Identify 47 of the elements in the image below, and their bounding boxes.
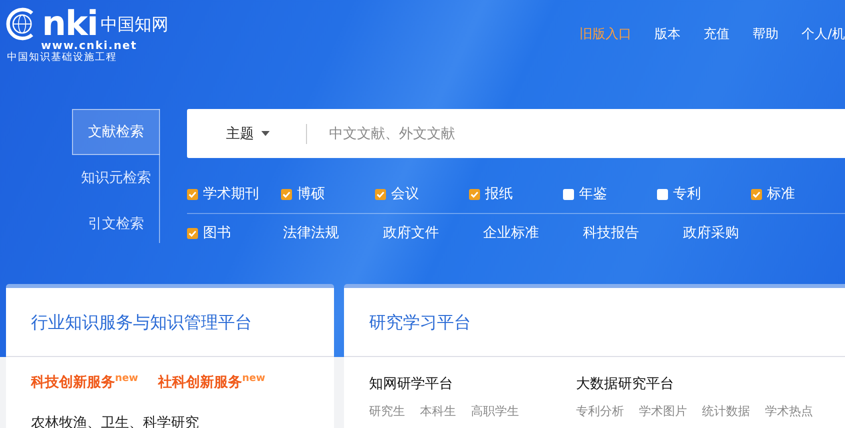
logo-name: 中国知网 [100,14,168,36]
caret-icon [261,131,270,136]
platform-sub-link[interactable]: 统计数据 [702,403,750,420]
resource-link[interactable]: 企业标准 [483,224,581,242]
platform-sub-link[interactable]: 专利分析 [576,403,624,420]
card-title: 研究学习平台 [344,288,845,357]
resource-checkbox[interactable]: 年鉴 [563,185,657,203]
resource-checkbox[interactable]: 报纸 [469,185,563,203]
nav-link[interactable]: 帮助 [752,25,779,43]
platform-sub-link[interactable]: 学术图片 [639,403,687,420]
resource-link[interactable]: 政府文件 [383,224,481,242]
resource-link[interactable]: 法律法规 [283,224,381,242]
check-icon [188,190,197,198]
resource-checkbox[interactable]: 会议 [375,185,469,203]
logo-slogan: 中国知识基础设施工程 [7,51,118,64]
platform-link[interactable]: 知网研学平台 [369,375,519,393]
resource-checkbox[interactable]: 博硕 [281,185,375,203]
check-icon [752,190,761,198]
resource-link[interactable]: 科技报告 [583,224,681,242]
platform-sub-link[interactable]: 研究生 [369,403,405,420]
platform-sub-link[interactable]: 本科生 [420,403,456,420]
search-tab[interactable]: 引文检索 [72,201,160,247]
logo-mark: nki [42,8,98,40]
resource-checkbox[interactable]: 标准 [751,185,845,203]
check-icon [376,190,385,198]
service-link[interactable]: 社科创新服务$^{new}$ [158,373,266,392]
nav-link[interactable]: 个人/机 [802,25,845,43]
resource-checkbox[interactable]: 图书 [187,224,281,242]
platform-link[interactable]: 大数据研究平台 [576,375,813,393]
card-title: 行业知识服务与知识管理平台 [6,288,334,357]
platform-sub-link[interactable]: 学术热点 [765,403,813,420]
check-icon [282,190,291,198]
logo-url: www.cnki.net [41,40,138,51]
check-icon [470,190,479,198]
platform-sub-link[interactable]: 高职学生 [471,403,519,420]
search-tab[interactable]: 知识元检索 [72,155,160,201]
search-tab[interactable]: 文献检索 [72,109,160,155]
search-field[interactable]: 主题 中文文献、外文文献 [187,109,845,158]
resource-checkbox[interactable]: 学术期刊 [187,185,281,203]
nav-link[interactable]: 充值 [704,25,730,43]
resource-checkbox[interactable]: 专利 [657,185,751,203]
service-link[interactable]: 科技创新服务$^{new}$ [31,373,138,392]
nav-link[interactable]: 版本 [654,25,681,43]
field-dropdown[interactable]: 主题 [226,124,306,142]
resource-link[interactable]: 政府采购 [683,224,781,242]
check-icon [188,228,197,238]
nav-link[interactable]: 旧版入口 [580,25,632,43]
